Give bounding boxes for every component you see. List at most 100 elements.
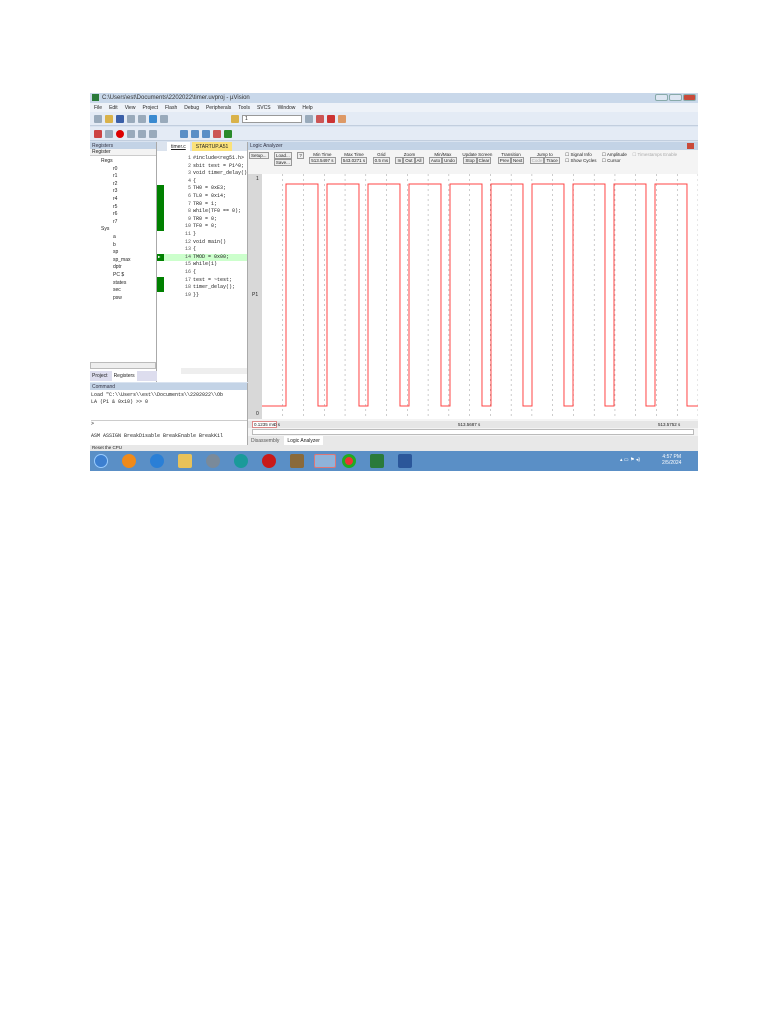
- internet-explorer-icon[interactable]: [150, 454, 164, 468]
- stop-button[interactable]: Stop: [463, 157, 477, 164]
- show-cycles-checkbox[interactable]: Show Cycles: [570, 158, 596, 163]
- debug-icon[interactable]: [316, 114, 324, 123]
- word-icon[interactable]: [398, 454, 412, 468]
- tab-startup-a51[interactable]: STARTUP.A51: [191, 142, 233, 151]
- register-item[interactable]: r1: [93, 173, 156, 181]
- register-item[interactable]: sp_max: [93, 257, 156, 265]
- disassembly-window-icon[interactable]: [191, 129, 199, 138]
- waveform-plot[interactable]: [262, 174, 698, 419]
- register-item[interactable]: r3: [93, 188, 156, 196]
- find-icon[interactable]: [231, 114, 239, 123]
- code-line[interactable]: 5 TH0 = 0xE3;: [157, 185, 247, 193]
- signal-info-checkbox[interactable]: Signal Info: [570, 152, 591, 157]
- register-item[interactable]: r4: [93, 196, 156, 204]
- code-line[interactable]: 19}}: [157, 292, 247, 300]
- setup-button[interactable]: Setup...: [249, 152, 269, 159]
- code-line[interactable]: 9 TR0 = 0;: [157, 215, 247, 224]
- tray-icons[interactable]: ▴ ▭ ⚑ ◂): [620, 457, 640, 463]
- code-line[interactable]: ▶ 14 TMOD = 0x00;: [157, 253, 247, 262]
- app-icon[interactable]: [262, 454, 276, 468]
- bookmark-icon[interactable]: [149, 114, 157, 123]
- save-icon[interactable]: [116, 114, 124, 123]
- register-item[interactable]: psw: [93, 295, 156, 303]
- clock[interactable]: 4:57 PM 2/5/2024: [662, 454, 681, 466]
- menu-tools[interactable]: Tools: [238, 105, 250, 111]
- zoom-in-button[interactable]: In: [395, 157, 404, 164]
- menu-flash[interactable]: Flash: [165, 105, 177, 111]
- save-button[interactable]: Save...: [273, 159, 292, 166]
- start-button[interactable]: [94, 454, 108, 468]
- register-item[interactable]: r5: [93, 204, 156, 212]
- amplitude-checkbox[interactable]: Amplitude: [607, 152, 627, 157]
- help-button[interactable]: ?: [297, 152, 304, 159]
- prev-button[interactable]: Prev: [497, 157, 512, 164]
- code-line[interactable]: 7 TR0 = 1;: [157, 200, 247, 209]
- arduino-icon[interactable]: [234, 454, 248, 468]
- step-out-icon[interactable]: [149, 129, 157, 138]
- clear-button[interactable]: Clear: [476, 157, 492, 164]
- target-select[interactable]: 1: [242, 114, 302, 123]
- app-icon[interactable]: [206, 454, 220, 468]
- app-icon[interactable]: [290, 454, 304, 468]
- snipping-tool-icon[interactable]: [314, 454, 336, 468]
- menu-project[interactable]: Project: [142, 105, 158, 111]
- register-group[interactable]: Sys: [93, 226, 156, 234]
- media-player-icon[interactable]: [122, 454, 136, 468]
- code-line[interactable]: 16{: [157, 269, 247, 277]
- registers-scrollbar[interactable]: [90, 362, 156, 369]
- undo-button[interactable]: Undo: [442, 157, 457, 164]
- command-input[interactable]: >: [91, 420, 247, 427]
- code-line[interactable]: 17 test = ~test;: [157, 276, 247, 285]
- zoom-all-button[interactable]: All: [414, 157, 424, 164]
- registers-window-icon[interactable]: [202, 129, 210, 138]
- signal-name-p1[interactable]: P1: [252, 292, 258, 298]
- register-item[interactable]: r0: [93, 166, 156, 174]
- cut-icon[interactable]: [127, 114, 135, 123]
- register-item[interactable]: r6: [93, 211, 156, 219]
- close-button[interactable]: [683, 94, 696, 101]
- menu-debug[interactable]: Debug: [184, 105, 199, 111]
- tab-registers[interactable]: Registers: [111, 371, 137, 381]
- run-icon[interactable]: [105, 129, 113, 138]
- code-line[interactable]: 1 #include<reg51.h>: [157, 155, 247, 163]
- step-icon[interactable]: [127, 129, 135, 138]
- chrome-icon[interactable]: [342, 454, 356, 468]
- maximize-button[interactable]: [669, 94, 682, 101]
- register-item[interactable]: sp: [93, 249, 156, 257]
- step-over-icon[interactable]: [138, 129, 146, 138]
- code-line[interactable]: 3 void timer_delay(): [157, 170, 247, 178]
- tab-timer-c[interactable]: timer.c: [167, 142, 190, 151]
- code-line[interactable]: 15 while(1): [157, 261, 247, 269]
- breakpoint-icon[interactable]: [327, 114, 335, 123]
- code-line[interactable]: 18 timer_delay();: [157, 284, 247, 292]
- code-line[interactable]: 2 sbit test = P1^0;: [157, 163, 247, 171]
- copy-icon[interactable]: [138, 114, 146, 123]
- register-item[interactable]: states: [93, 280, 156, 288]
- trace-button[interactable]: Trace: [544, 157, 560, 164]
- menu-file[interactable]: File: [94, 105, 102, 111]
- register-item[interactable]: dptr: [93, 264, 156, 272]
- command-window-icon[interactable]: [180, 129, 188, 138]
- next-button[interactable]: Next: [511, 157, 525, 164]
- register-item[interactable]: r2: [93, 181, 156, 189]
- tab-project[interactable]: Project: [90, 371, 110, 381]
- menu-help[interactable]: Help: [302, 105, 312, 111]
- register-item[interactable]: a: [93, 234, 156, 242]
- reset-icon[interactable]: [94, 129, 102, 138]
- code-line[interactable]: 8 while(TF0 == 0);: [157, 208, 247, 216]
- open-icon[interactable]: [105, 114, 113, 123]
- code-line[interactable]: 12 void main(): [157, 239, 247, 247]
- close-icon[interactable]: [687, 143, 694, 149]
- options-icon[interactable]: [305, 114, 313, 123]
- code-line[interactable]: 4{: [157, 178, 247, 186]
- code-line[interactable]: 10 TF0 = 0;: [157, 223, 247, 231]
- load-button[interactable]: Load...: [274, 152, 292, 159]
- code-button[interactable]: Code: [529, 157, 545, 164]
- toolbox-icon[interactable]: [224, 129, 232, 138]
- menu-window[interactable]: Window: [278, 105, 296, 111]
- menu-edit[interactable]: Edit: [109, 105, 118, 111]
- uvision-icon[interactable]: [370, 454, 384, 468]
- register-item[interactable]: sec: [93, 287, 156, 295]
- menu-svcs[interactable]: SVCS: [257, 105, 271, 111]
- code-line[interactable]: 6 TL0 = 0x14;: [157, 192, 247, 201]
